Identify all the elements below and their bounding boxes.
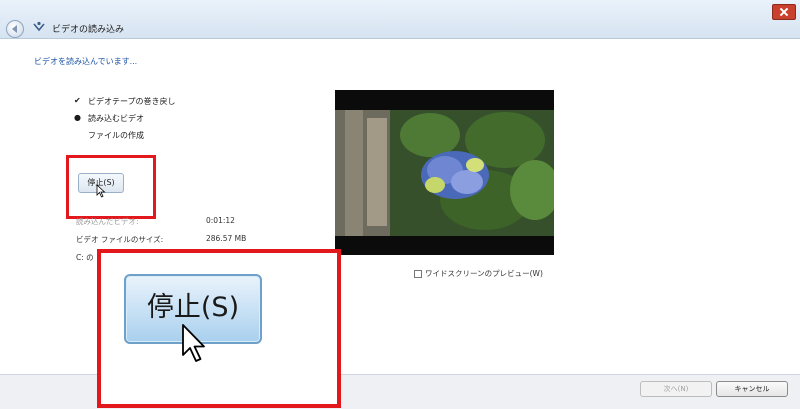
elapsed-label: 読み込んだビデオ: — [76, 217, 139, 226]
import-video-window: ビデオの読み込み ビデオを読み込んでいます... ✔ ビデオテープの巻き戻し ●… — [0, 0, 800, 409]
step-label: 読み込むビデオ — [88, 114, 144, 123]
cancel-button[interactable]: キャンセル — [716, 381, 788, 397]
file-size-label: ビデオ ファイルのサイズ: — [76, 235, 164, 244]
widescreen-label: ワイドスクリーンのプレビュー(W) — [425, 269, 543, 278]
window-title: ビデオの読み込み — [52, 25, 125, 35]
video-import-icon — [33, 21, 45, 32]
highlight-box-small — [66, 155, 156, 219]
close-icon[interactable] — [772, 4, 796, 20]
step-label: ビデオテープの巻き戻し — [88, 97, 176, 106]
step-label: ファイルの作成 — [88, 131, 144, 140]
mouse-cursor-icon — [182, 324, 205, 362]
step-create-file: ファイルの作成 — [78, 130, 144, 141]
file-size-value: 286.57 MB — [206, 234, 247, 243]
video-preview — [335, 90, 554, 255]
widescreen-preview-checkbox[interactable]: ワイドスクリーンのプレビュー(W) — [414, 268, 543, 279]
step-rewind: ✔ ビデオテープの巻き戻し — [74, 96, 176, 107]
check-icon: ✔ — [74, 96, 81, 105]
bullet-icon: ● — [74, 113, 81, 122]
page-heading: ビデオを読み込んでいます... — [34, 57, 138, 66]
step-importing: ● 読み込むビデオ — [74, 113, 144, 124]
elapsed-value: 0:01:12 — [206, 216, 235, 225]
next-button[interactable]: 次へ(N) — [640, 381, 712, 397]
title-bar: ビデオの読み込み — [0, 0, 800, 39]
checkbox-icon[interactable] — [414, 270, 422, 278]
drive-space-label: C: の — [76, 253, 94, 262]
back-arrow-icon[interactable] — [6, 20, 24, 38]
